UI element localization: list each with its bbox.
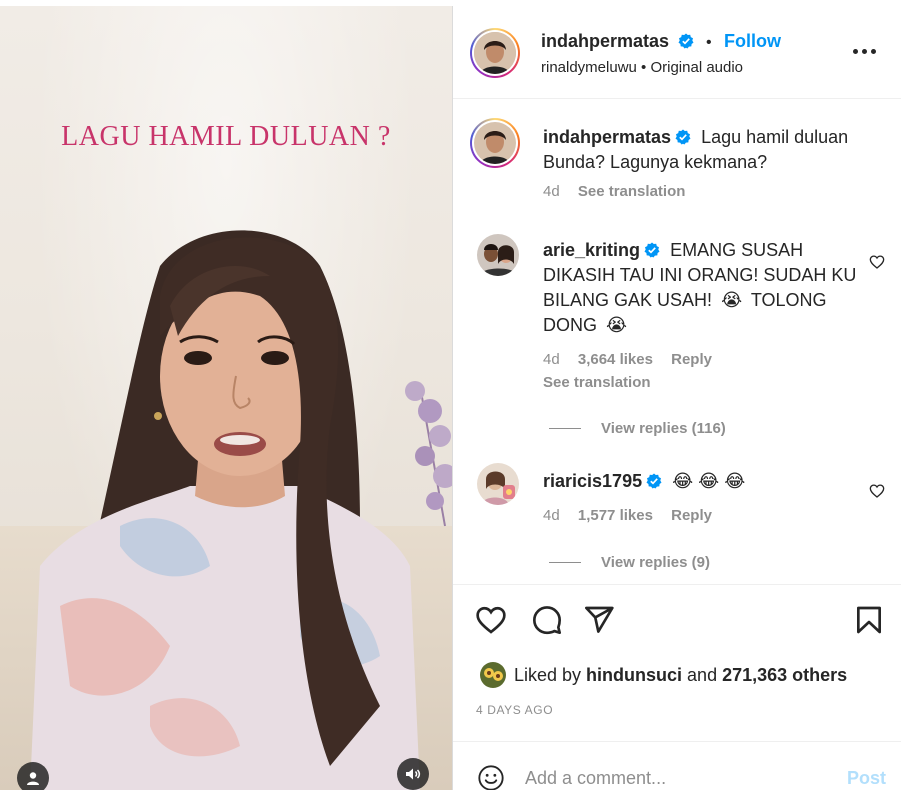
post-header: indahpermatas • Follow rinaldymeluwu • O… bbox=[453, 6, 901, 99]
follow-button[interactable]: Follow bbox=[724, 31, 781, 51]
laughing-emoji: 😂 bbox=[672, 471, 694, 491]
comment-input[interactable] bbox=[525, 767, 825, 789]
emoji-icon[interactable] bbox=[477, 764, 505, 790]
commenter-avatar[interactable] bbox=[477, 463, 519, 505]
crying-face-emoji: 😭 bbox=[721, 290, 743, 310]
caption-username[interactable]: indahpermatas bbox=[543, 127, 671, 147]
likes-summary: Liked by hindunsuci and 271,363 others bbox=[480, 662, 847, 688]
save-icon[interactable] bbox=[853, 604, 885, 636]
audio-author-link[interactable]: rinaldymeluwu bbox=[541, 59, 637, 76]
separator-dot: • bbox=[705, 34, 712, 51]
comment-likes-count[interactable]: 3,664 likes bbox=[578, 351, 653, 368]
user-icon bbox=[27, 772, 39, 785]
author-avatar[interactable] bbox=[470, 28, 520, 78]
actions-separator bbox=[453, 584, 901, 585]
composer-separator bbox=[453, 741, 901, 742]
replies-line bbox=[549, 562, 581, 563]
view-replies-label: View replies (9) bbox=[601, 554, 710, 571]
view-replies-label: View replies (116) bbox=[601, 420, 726, 437]
verified-badge-icon bbox=[678, 33, 693, 49]
laughing-emoji: 😂 bbox=[698, 471, 720, 491]
crying-face-emoji: 😭 bbox=[606, 315, 628, 335]
replies-line bbox=[549, 428, 581, 429]
view-replies-button[interactable]: View replies (9) bbox=[549, 554, 710, 571]
video-overlay-text: LAGU HAMIL DULUAN ? bbox=[61, 121, 391, 152]
commenter-username[interactable]: arie_kriting bbox=[543, 240, 640, 260]
caption-author-avatar[interactable] bbox=[470, 118, 520, 168]
likes-count[interactable]: 271,363 others bbox=[722, 665, 847, 686]
post-comment-button[interactable]: Post bbox=[847, 768, 886, 789]
comment-like-heart-icon[interactable] bbox=[869, 254, 885, 270]
comment-reply-button[interactable]: Reply bbox=[671, 351, 712, 368]
liked-by-prefix: Liked by bbox=[514, 664, 582, 685]
verified-badge-icon bbox=[646, 473, 662, 489]
liked-by-and: and bbox=[687, 664, 718, 685]
comment-icon[interactable] bbox=[531, 604, 563, 636]
comment-time: 4d bbox=[543, 351, 560, 368]
author-username[interactable]: indahpermatas bbox=[541, 31, 669, 51]
comment-likes-count[interactable]: 1,577 likes bbox=[578, 507, 653, 524]
verified-badge-icon bbox=[644, 242, 660, 258]
view-replies-button[interactable]: View replies (116) bbox=[549, 420, 726, 437]
liked-by-user[interactable]: hindunsuci bbox=[586, 665, 682, 686]
sound-icon bbox=[406, 768, 421, 780]
comment-like-heart-icon[interactable] bbox=[869, 483, 885, 499]
post-timestamp[interactable]: 4 DAYS AGO bbox=[476, 703, 553, 717]
original-audio-link[interactable]: Original audio bbox=[650, 59, 743, 76]
post-details-panel: indahpermatas • Follow rinaldymeluwu • O… bbox=[453, 6, 901, 790]
comment-time: 4d bbox=[543, 507, 560, 524]
caption-time: 4d bbox=[543, 183, 560, 200]
caption-see-translation[interactable]: See translation bbox=[578, 183, 686, 200]
comment-composer: Post bbox=[477, 763, 887, 790]
sound-toggle-button[interactable] bbox=[397, 758, 429, 790]
heart-icon[interactable] bbox=[475, 604, 507, 636]
video-player[interactable]: LAGU HAMIL DULUAN ? bbox=[0, 6, 452, 790]
commenter-avatar[interactable] bbox=[477, 234, 519, 276]
more-options-icon[interactable] bbox=[853, 46, 877, 56]
tagged-users-button[interactable] bbox=[17, 762, 49, 790]
share-icon[interactable] bbox=[583, 604, 615, 636]
commenter-username[interactable]: riaricis1795 bbox=[543, 471, 642, 491]
laughing-emoji: 😂 bbox=[724, 471, 746, 491]
liker-avatar[interactable] bbox=[480, 662, 506, 688]
comment-see-translation[interactable]: See translation bbox=[543, 374, 651, 391]
comment-reply-button[interactable]: Reply bbox=[671, 507, 712, 524]
verified-badge-icon bbox=[675, 129, 691, 145]
